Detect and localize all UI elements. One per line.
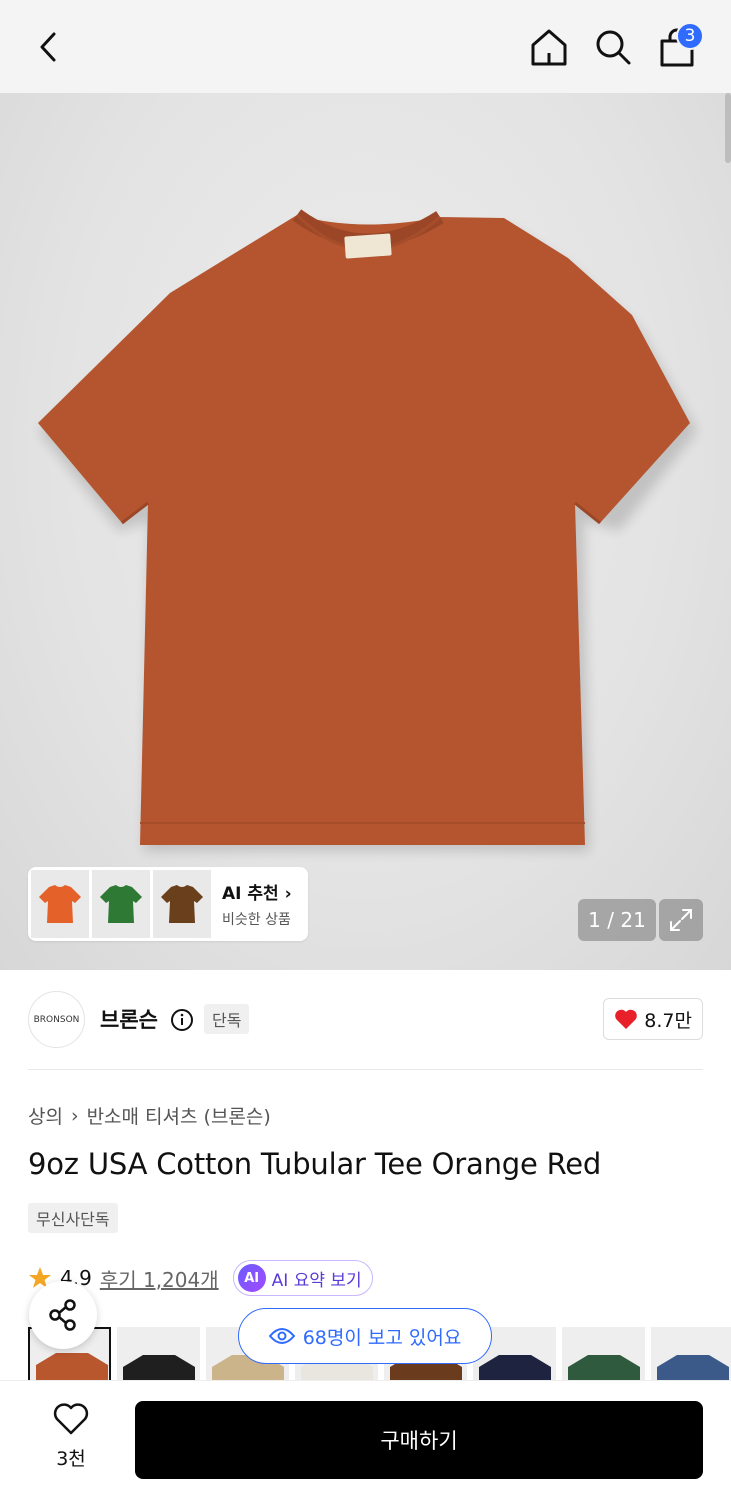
top-nav-bar: 3: [0, 0, 731, 93]
bottom-action-bar: 3천 구매하기: [0, 1380, 731, 1500]
buy-button[interactable]: 구매하기: [135, 1401, 703, 1479]
share-button[interactable]: [29, 1281, 97, 1349]
info-icon[interactable]: [170, 1008, 194, 1032]
brand-logo[interactable]: BRONSON: [28, 991, 85, 1048]
brand-like-button[interactable]: 8.7만: [603, 998, 703, 1040]
scrollbar[interactable]: [725, 93, 731, 163]
brand-like-count: 8.7만: [644, 1009, 692, 1032]
musinsa-exclusive-tag: 무신사단독: [28, 1203, 118, 1233]
chevron-right-icon: ›: [70, 1104, 79, 1127]
cart-button[interactable]: 3: [650, 20, 704, 74]
expand-icon: [670, 909, 692, 931]
search-icon: [596, 30, 631, 65]
color-swatch[interactable]: [117, 1327, 200, 1387]
breadcrumb-category[interactable]: 상의: [28, 1102, 63, 1129]
ai-recommendation-card[interactable]: AI 추천 › 비슷한 상품: [28, 867, 308, 941]
viewers-text: 68명이 보고 있어요: [302, 1326, 462, 1349]
expand-button[interactable]: [659, 899, 703, 941]
heart-filled-icon: [615, 1009, 638, 1029]
color-swatch[interactable]: [651, 1327, 731, 1387]
cart-count-badge: 3: [676, 22, 704, 50]
live-viewers-pill: 68명이 보고 있어요: [238, 1308, 492, 1364]
reco-title: AI 추천 ›: [222, 884, 292, 904]
divider: [28, 1069, 703, 1070]
home-icon: [531, 29, 567, 66]
back-button[interactable]: [22, 20, 76, 74]
eye-icon: [268, 1328, 295, 1344]
reco-thumb-3[interactable]: [153, 870, 211, 938]
heart-outline-icon: [53, 1403, 89, 1435]
brand-row: BRONSON 브론슨 단독 8.7만: [28, 990, 703, 1050]
like-button[interactable]: 3천: [40, 1403, 102, 1471]
reco-text: AI 추천 › 비슷한 상품: [222, 879, 292, 929]
share-icon: [49, 1299, 76, 1331]
ai-summary-label: AI 요약 보기: [271, 1270, 362, 1291]
exclusive-badge: 단독: [204, 1004, 250, 1034]
brand-name[interactable]: 브론슨: [100, 1004, 158, 1034]
review-count-link[interactable]: 후기 1,204개: [100, 1264, 219, 1293]
reco-thumb-2[interactable]: [92, 870, 150, 938]
home-button[interactable]: [522, 20, 576, 74]
image-counter: 1 / 21: [578, 899, 656, 941]
reco-subtitle: 비슷한 상품: [222, 912, 291, 928]
breadcrumb-subcategory[interactable]: 반소매 티셔츠 (브론슨): [87, 1102, 271, 1129]
like-count: 3천: [56, 1448, 86, 1470]
product-title: 9oz USA Cotton Tubular Tee Orange Red: [28, 1147, 602, 1181]
search-button[interactable]: [586, 20, 640, 74]
reco-thumb-1[interactable]: [31, 870, 89, 938]
ai-badge-icon: AI: [237, 1264, 266, 1292]
color-swatch[interactable]: [562, 1327, 645, 1387]
product-image-tshirt: [38, 209, 697, 851]
chevron-left-icon: [40, 32, 56, 62]
chevron-right-icon: ›: [284, 884, 292, 904]
product-image-gallery[interactable]: AI 추천 › 비슷한 상품 1 / 21: [0, 93, 731, 970]
ai-summary-button[interactable]: AI AI 요약 보기: [232, 1260, 373, 1296]
breadcrumb: 상의 › 반소매 티셔츠 (브론슨): [28, 1102, 271, 1129]
